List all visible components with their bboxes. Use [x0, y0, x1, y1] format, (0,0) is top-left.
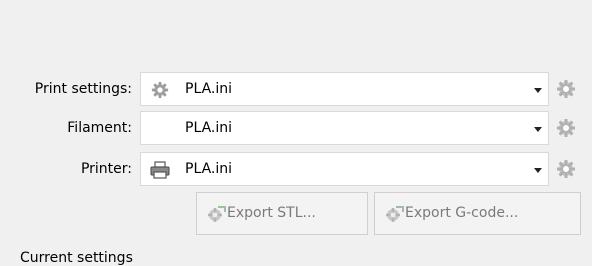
gear-icon[interactable] — [555, 158, 577, 180]
print-settings-value: PLA.ini — [185, 81, 232, 97]
export-icon — [386, 206, 404, 222]
gear-icon[interactable] — [555, 117, 577, 139]
export-gcode-button[interactable]: Export G-code... — [374, 192, 581, 235]
print-settings-row: Print settings: PLA.ini — [0, 72, 592, 106]
gear-icon[interactable] — [555, 78, 577, 100]
printer-row: Printer: PLA.ini — [0, 152, 592, 186]
filament-combo[interactable]: PLA.ini — [140, 111, 549, 145]
printer-combo[interactable]: PLA.ini — [140, 152, 549, 186]
filament-label: Filament: — [67, 120, 132, 136]
chevron-down-icon[interactable] — [534, 127, 542, 132]
printer-icon — [150, 161, 170, 179]
print-settings-label: Print settings: — [34, 81, 132, 97]
export-stl-button[interactable]: Export STL... — [196, 192, 368, 235]
gear-icon — [151, 81, 169, 99]
chevron-down-icon[interactable] — [534, 168, 542, 173]
filament-value: PLA.ini — [185, 120, 232, 136]
section-heading: Current settings — [20, 250, 133, 266]
export-icon — [208, 206, 226, 222]
export-gcode-label: Export G-code... — [405, 205, 519, 221]
chevron-down-icon[interactable] — [534, 88, 542, 93]
export-stl-label: Export STL... — [227, 205, 316, 221]
filament-row: Filament: PLA.ini — [0, 111, 592, 145]
print-settings-combo[interactable]: PLA.ini — [140, 72, 549, 106]
printer-label: Printer: — [80, 161, 132, 177]
printer-value: PLA.ini — [185, 161, 232, 177]
